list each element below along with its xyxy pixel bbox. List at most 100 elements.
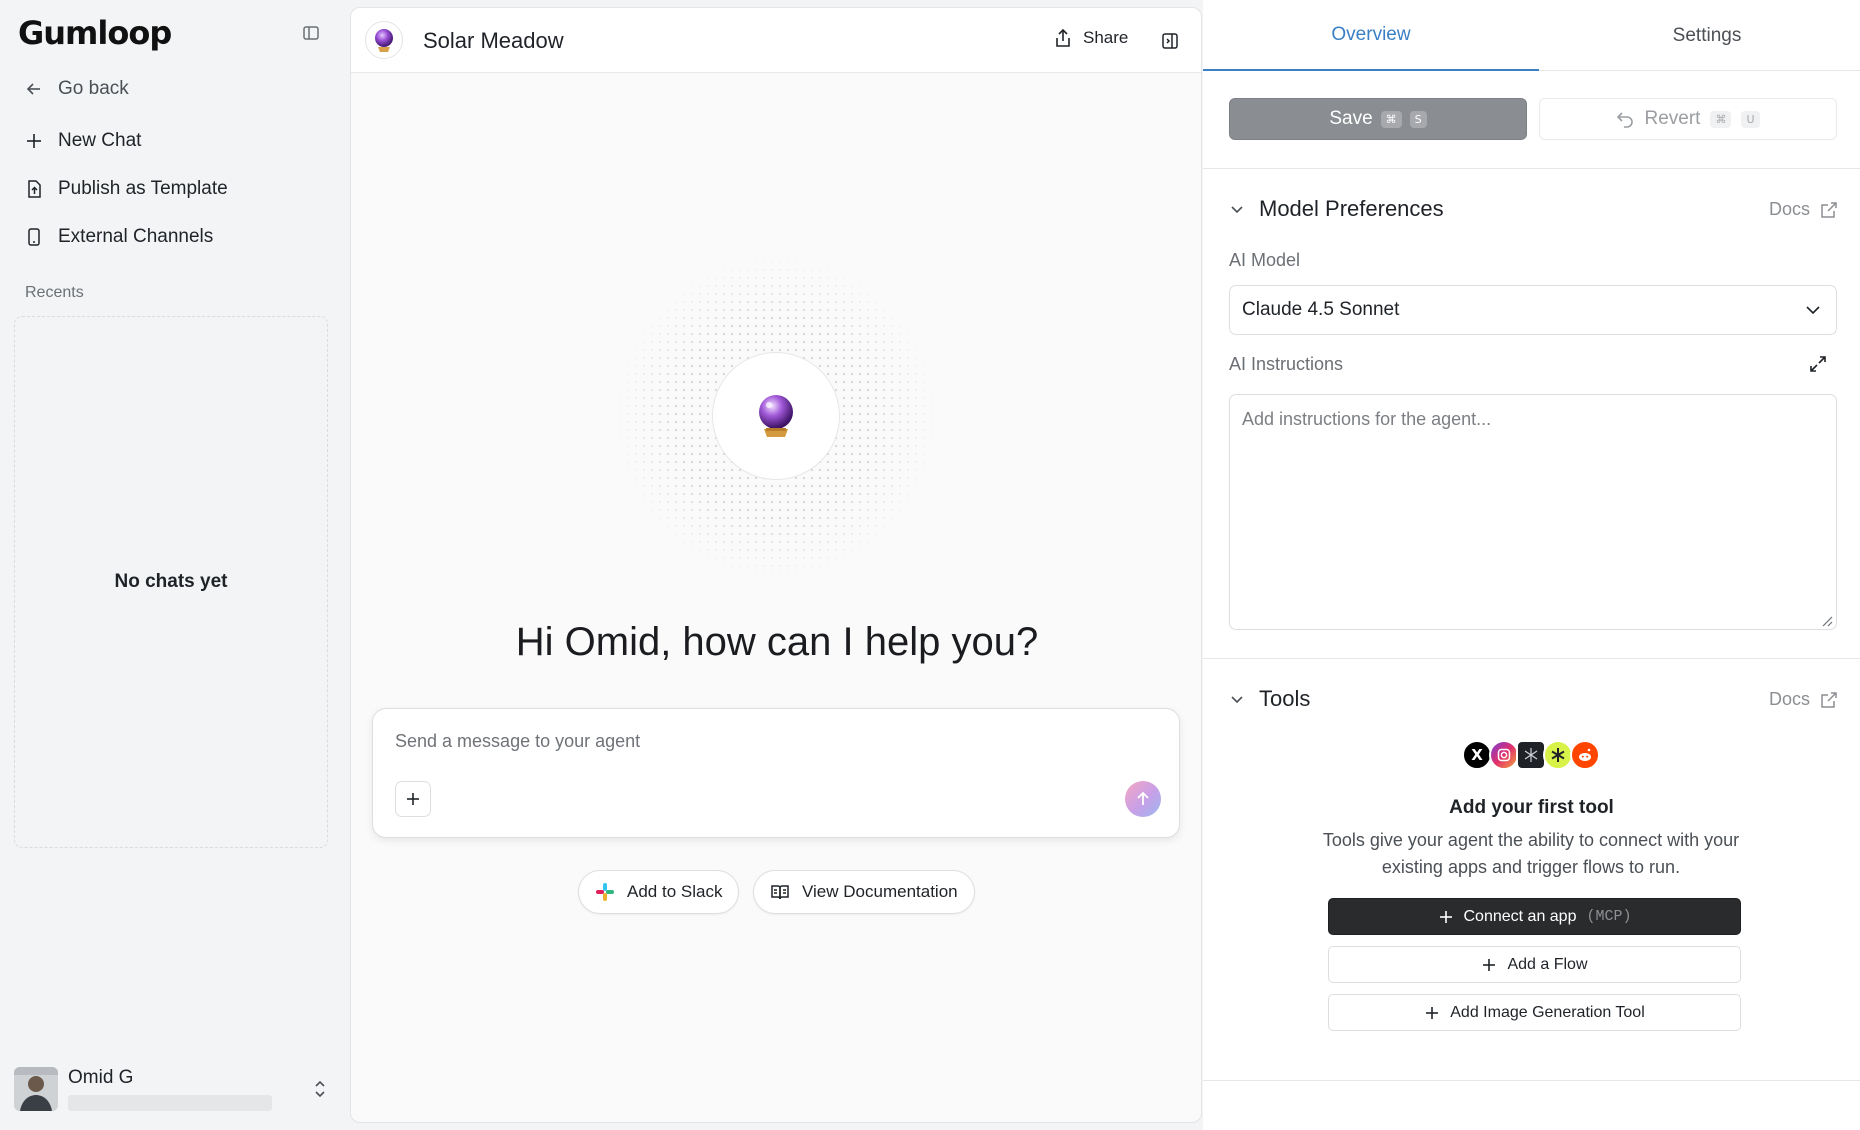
save-shortcut-key: S <box>1409 110 1427 128</box>
share-label: Share <box>1083 28 1129 47</box>
docs-label: Docs <box>1768 199 1810 219</box>
tab-overview[interactable]: Overview <box>1203 0 1539 71</box>
sidebar-item-new-chat[interactable]: New Chat <box>24 130 141 152</box>
chat-header: Solar Meadow Share <box>351 8 1201 73</box>
tool-icon-stack: X <box>1462 740 1600 772</box>
panel-right-icon <box>1162 33 1178 49</box>
plus-icon <box>1439 910 1452 923</box>
go-back-label: Go back <box>58 78 129 99</box>
ai-model-value: Claude 4.5 Sonnet <box>1242 299 1400 320</box>
tools-toggle[interactable]: Tools <box>1229 686 1310 712</box>
plus-icon <box>407 793 419 805</box>
agent-avatar[interactable] <box>365 21 403 59</box>
connect-app-label: Connect an app <box>1463 907 1577 925</box>
plus-icon <box>1483 958 1496 971</box>
undo-icon <box>1617 112 1634 128</box>
sidebar-item-label: Publish as Template <box>58 178 228 199</box>
agent-config-panel: Overview Settings Save ⌘ S Revert ⌘ U Mo… <box>1203 0 1860 1130</box>
agent-hero-avatar <box>712 352 840 480</box>
expand-icon <box>1810 356 1826 372</box>
recents-heading: Recents <box>25 284 84 301</box>
plus-icon <box>27 134 41 148</box>
avatar <box>14 1067 58 1111</box>
view-documentation-label: View Documentation <box>802 882 958 901</box>
ai-model-label: AI Model <box>1229 250 1301 270</box>
tools-description: Tools give your agent the ability to con… <box>1322 830 1740 877</box>
share-button[interactable]: Share <box>1053 28 1128 48</box>
add-to-slack-button[interactable]: Add to Slack <box>578 870 740 914</box>
model-preferences-toggle[interactable]: Model Preferences <box>1229 196 1444 222</box>
sidebar-item-label: External Channels <box>58 226 214 247</box>
crystal-ball-icon <box>759 395 793 437</box>
gumloop-logo[interactable]: Gumloop <box>18 14 172 52</box>
model-docs-link[interactable]: Docs <box>1769 199 1838 220</box>
divider <box>1203 658 1860 659</box>
chevron-down-icon <box>1231 206 1243 214</box>
expand-instructions-button[interactable] <box>1808 354 1828 374</box>
tools-docs-link[interactable]: Docs <box>1769 689 1838 710</box>
tab-settings[interactable]: Settings <box>1539 0 1860 71</box>
instagram-icon <box>1489 740 1519 770</box>
divider <box>1203 168 1860 169</box>
divider <box>1203 1080 1860 1081</box>
revert-button[interactable]: Revert ⌘ U <box>1539 98 1837 140</box>
toggle-right-panel-button[interactable] <box>1159 30 1181 52</box>
external-link-icon <box>1821 691 1837 708</box>
send-button[interactable] <box>1125 781 1161 817</box>
model-preferences-title: Model Preferences <box>1259 196 1444 221</box>
mcp-tag: (MCP) <box>1586 908 1632 925</box>
sidebar-item-label: New Chat <box>58 130 142 151</box>
resize-grip-icon <box>1822 616 1833 627</box>
save-label: Save <box>1329 108 1373 129</box>
message-composer <box>372 708 1180 838</box>
add-to-slack-label: Add to Slack <box>627 882 723 901</box>
revert-label: Revert <box>1644 108 1701 129</box>
phone-icon <box>28 228 40 246</box>
sidebar-item-publish-template[interactable]: Publish as Template <box>24 178 228 200</box>
ai-model-select[interactable]: Claude 4.5 Sonnet <box>1229 285 1837 335</box>
save-button[interactable]: Save ⌘ S <box>1229 98 1527 140</box>
docs-label: Docs <box>1768 689 1810 709</box>
empty-recents-text: No chats yet <box>114 571 228 592</box>
chevron-up-down-icon <box>315 1080 325 1098</box>
user-menu-toggle[interactable] <box>308 1074 332 1104</box>
add-flow-button[interactable]: Add a Flow <box>1328 946 1741 983</box>
ai-instructions-textarea[interactable] <box>1229 394 1837 630</box>
book-icon <box>771 885 789 900</box>
asterisk-icon <box>1543 740 1573 770</box>
view-documentation-button[interactable]: View Documentation <box>753 870 975 914</box>
add-flow-label: Add a Flow <box>1507 955 1588 973</box>
x-icon: X <box>1462 740 1492 770</box>
sidebar-item-external-channels[interactable]: External Channels <box>24 226 213 248</box>
crystal-ball-icon <box>375 29 393 52</box>
revert-shortcut-key: U <box>1741 110 1760 128</box>
add-first-tool-heading: Add your first tool <box>1449 797 1614 818</box>
attach-button[interactable] <box>395 781 431 817</box>
user-name: Omid G <box>68 1067 134 1088</box>
command-key-icon: ⌘ <box>1710 110 1732 128</box>
message-input[interactable] <box>395 731 1135 752</box>
chevron-down-icon <box>1806 306 1820 315</box>
reddit-icon <box>1570 740 1600 770</box>
add-image-tool-label: Add Image Generation Tool <box>1450 1003 1645 1021</box>
add-image-generation-tool-button[interactable]: Add Image Generation Tool <box>1328 994 1741 1031</box>
plus-icon <box>1426 1006 1439 1019</box>
connect-app-button[interactable]: Connect an app (MCP) <box>1328 898 1741 935</box>
go-back-link[interactable]: Go back <box>24 78 129 100</box>
external-link-icon <box>1821 201 1837 218</box>
arrow-up-icon <box>1137 791 1149 805</box>
file-upload-icon <box>28 180 41 198</box>
perplexity-icon <box>1516 740 1546 770</box>
slack-icon <box>596 883 614 901</box>
sidebar-toggle-icon <box>303 26 319 40</box>
collapse-sidebar-button[interactable] <box>300 22 322 44</box>
arrow-left-icon <box>26 83 40 95</box>
chat-panel: Solar Meadow Share Hi Omid, how can I he… <box>350 7 1202 1123</box>
textarea-resize-handle[interactable] <box>1821 614 1833 627</box>
tools-title: Tools <box>1259 686 1311 711</box>
share-icon <box>1056 28 1070 47</box>
user-menu[interactable]: Omid G <box>14 1067 332 1111</box>
recents-list: No chats yet <box>14 316 328 848</box>
agent-title: Solar Meadow <box>423 28 564 53</box>
chevron-down-icon <box>1231 696 1243 704</box>
